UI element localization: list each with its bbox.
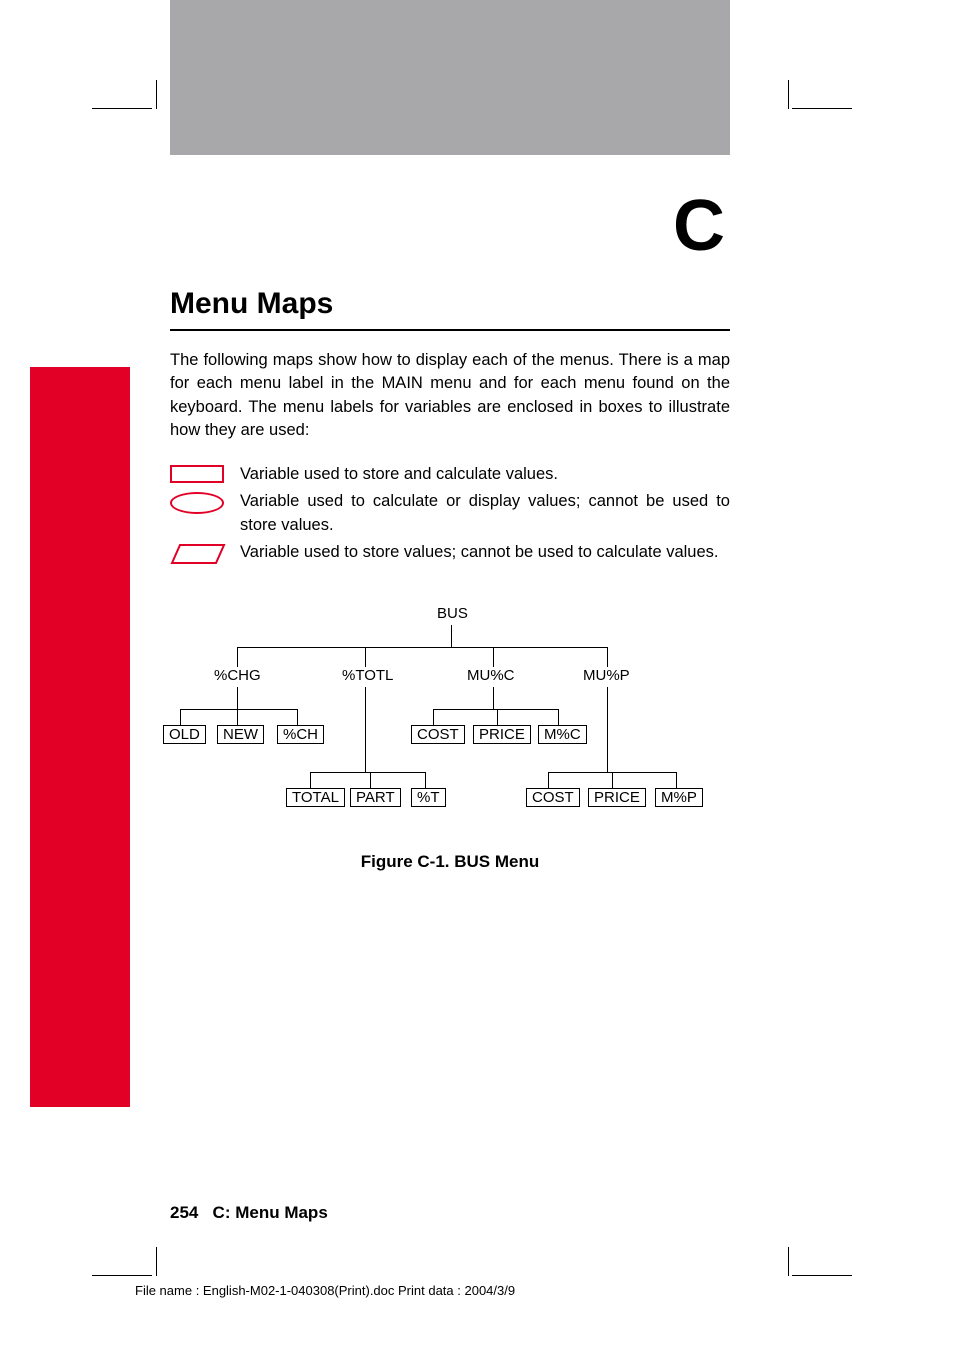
legend-row: Variable used to calculate or display va… <box>170 490 730 537</box>
page-title: Menu Maps <box>170 287 730 331</box>
appendix-letter: C <box>170 185 730 267</box>
node-branch: %TOTL <box>342 667 393 684</box>
connector <box>310 772 311 788</box>
connector <box>497 709 498 725</box>
connector <box>310 772 425 773</box>
connector <box>237 687 238 709</box>
connector <box>297 709 298 725</box>
crop-mark <box>156 80 157 109</box>
connector <box>180 709 297 710</box>
node-leaf: M%P <box>655 788 703 807</box>
legend-parallelogram-icon <box>170 541 240 565</box>
connector <box>676 772 677 788</box>
node-leaf: TOTAL <box>286 788 345 807</box>
node-leaf: M%C <box>538 725 587 744</box>
legend-row: Variable used to store and calculate val… <box>170 463 730 486</box>
connector <box>612 772 613 788</box>
crop-mark <box>92 1275 152 1276</box>
figure-caption: Figure C-1. BUS Menu <box>170 852 730 872</box>
connector <box>180 709 181 725</box>
connector <box>558 709 559 725</box>
connector <box>237 647 607 648</box>
page-number: 254 <box>170 1203 198 1222</box>
node-leaf: COST <box>526 788 580 807</box>
gray-top-bar <box>170 0 730 155</box>
node-leaf: %T <box>411 788 446 807</box>
legend-text: Variable used to calculate or display va… <box>240 490 730 537</box>
node-bus: BUS <box>437 605 468 622</box>
page-footer: 254 C: Menu Maps <box>170 1203 328 1223</box>
bus-menu-diagram: BUS %CHG %TOTL MU%C MU%P OLD NEW %CH TOT… <box>170 605 730 840</box>
legend-ellipse-icon <box>170 490 240 514</box>
node-leaf: NEW <box>217 725 264 744</box>
intro-paragraph: The following maps show how to display e… <box>170 349 730 443</box>
legend-row: Variable used to store values; cannot be… <box>170 541 730 565</box>
crop-mark <box>788 1247 789 1276</box>
connector <box>433 709 434 725</box>
page-content: C Menu Maps The following maps show how … <box>170 185 730 872</box>
crop-mark <box>788 80 789 109</box>
node-branch: MU%C <box>467 667 515 684</box>
connector <box>237 709 238 725</box>
node-branch: %CHG <box>214 667 261 684</box>
node-branch: MU%P <box>583 667 630 684</box>
crop-mark <box>92 108 152 109</box>
connector <box>433 709 558 710</box>
node-leaf: OLD <box>163 725 206 744</box>
legend-text: Variable used to store values; cannot be… <box>240 541 730 564</box>
connector <box>548 772 549 788</box>
crop-mark <box>792 1275 852 1276</box>
connector <box>493 687 494 709</box>
legend-text: Variable used to store and calculate val… <box>240 463 730 486</box>
node-leaf: COST <box>411 725 465 744</box>
legend-rect-icon <box>170 463 240 483</box>
node-leaf: PART <box>350 788 401 807</box>
node-leaf: PRICE <box>588 788 646 807</box>
file-info: File name : English-M02-1-040308(Print).… <box>135 1283 515 1298</box>
connector <box>607 647 608 667</box>
connector <box>493 647 494 667</box>
footer-section: C: Menu Maps <box>213 1203 328 1222</box>
crop-mark <box>156 1247 157 1276</box>
node-leaf: PRICE <box>473 725 531 744</box>
red-side-bar <box>30 367 130 1107</box>
connector <box>451 625 452 647</box>
node-leaf: %CH <box>277 725 324 744</box>
connector <box>365 647 366 667</box>
connector <box>607 687 608 772</box>
connector <box>237 647 238 667</box>
connector <box>425 772 426 788</box>
connector <box>370 772 371 788</box>
connector <box>365 687 366 772</box>
crop-mark <box>792 108 852 109</box>
